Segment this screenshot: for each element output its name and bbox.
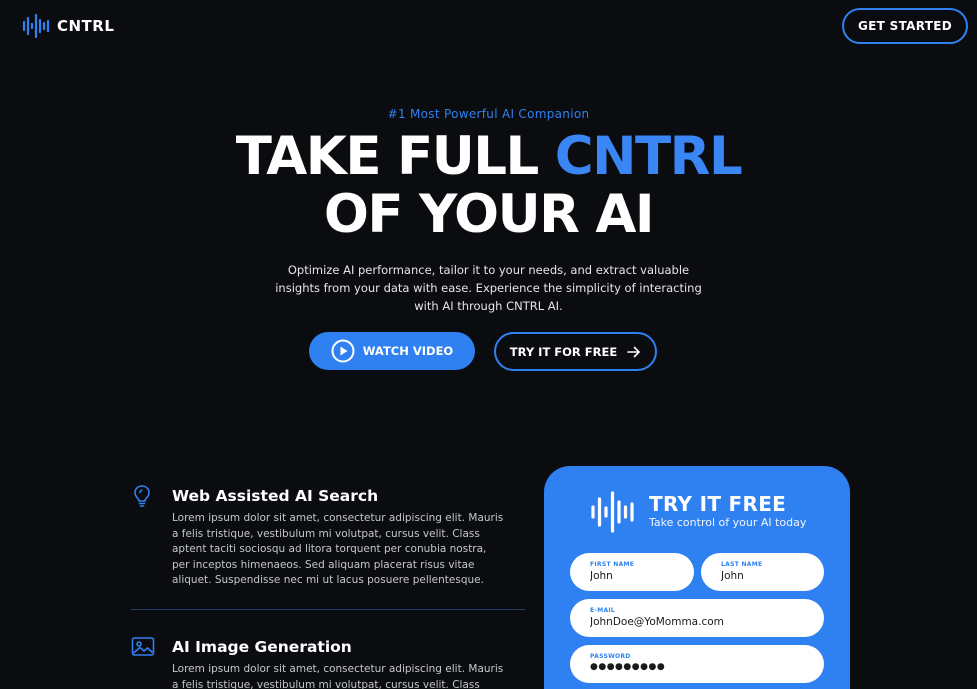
hero-eyebrow: #1 Most Powerful AI Companion	[387, 107, 590, 121]
image-icon	[131, 637, 155, 656]
password-input[interactable]	[590, 662, 794, 672]
email-field[interactable]: E-MAIL	[570, 599, 824, 637]
signup-card: TRY IT FREE Take control of your AI toda…	[544, 466, 850, 689]
get-started-button[interactable]: GET STARTED	[842, 8, 968, 44]
password-field[interactable]: PASSWORD	[570, 645, 824, 683]
last-name-label: LAST NAME	[721, 561, 763, 568]
feature-title: Web Assisted AI Search	[172, 487, 379, 505]
last-name-field[interactable]: LAST NAME	[701, 553, 824, 591]
feature-body: Lorem ipsum dolor sit amet, consectetur …	[172, 512, 504, 586]
headline-line2: OF YOUR AI	[323, 184, 655, 245]
first-name-field[interactable]: FIRST NAME	[570, 553, 694, 591]
last-name-input[interactable]	[721, 570, 820, 582]
feature-title: AI Image Generation	[172, 638, 352, 656]
feature-body: Lorem ipsum dolor sit amet, consectetur …	[172, 663, 504, 689]
play-circle-icon	[331, 339, 355, 363]
signup-title: TRY IT FREE	[649, 492, 787, 516]
feature-divider	[131, 609, 525, 610]
first-name-label: FIRST NAME	[590, 561, 635, 568]
first-name-input[interactable]	[590, 570, 690, 582]
email-label: E-MAIL	[590, 607, 616, 614]
feature-image-generation: AI Image Generation Lorem ipsum dolor si…	[131, 636, 511, 689]
password-label: PASSWORD	[590, 653, 631, 660]
headline-part1: TAKE FULL	[235, 126, 555, 187]
brand-logo[interactable]: CNTRL	[22, 13, 114, 39]
headline-accent: CNTRL	[554, 126, 743, 187]
hero-headline: TAKE FULL CNTRL OF YOUR AI	[0, 128, 977, 244]
brand-name: CNTRL	[57, 17, 115, 35]
try-for-free-label: TRY IT FOR FREE	[509, 344, 618, 359]
hero-subtitle: Optimize AI performance, tailor it to yo…	[275, 263, 702, 313]
try-for-free-button[interactable]: TRY IT FOR FREE	[494, 332, 657, 371]
watch-video-button[interactable]: WATCH VIDEO	[309, 332, 475, 370]
signup-subtitle: Take control of your AI today	[649, 516, 807, 529]
watch-video-label: WATCH VIDEO	[362, 344, 454, 358]
soundwave-logo-icon	[22, 13, 50, 39]
lightbulb-icon	[134, 485, 150, 507]
soundwave-logo-icon	[591, 491, 634, 533]
arrow-right-icon	[627, 346, 641, 357]
feature-web-search: Web Assisted AI Search Lorem ipsum dolor…	[131, 484, 511, 594]
email-input[interactable]	[590, 616, 794, 628]
